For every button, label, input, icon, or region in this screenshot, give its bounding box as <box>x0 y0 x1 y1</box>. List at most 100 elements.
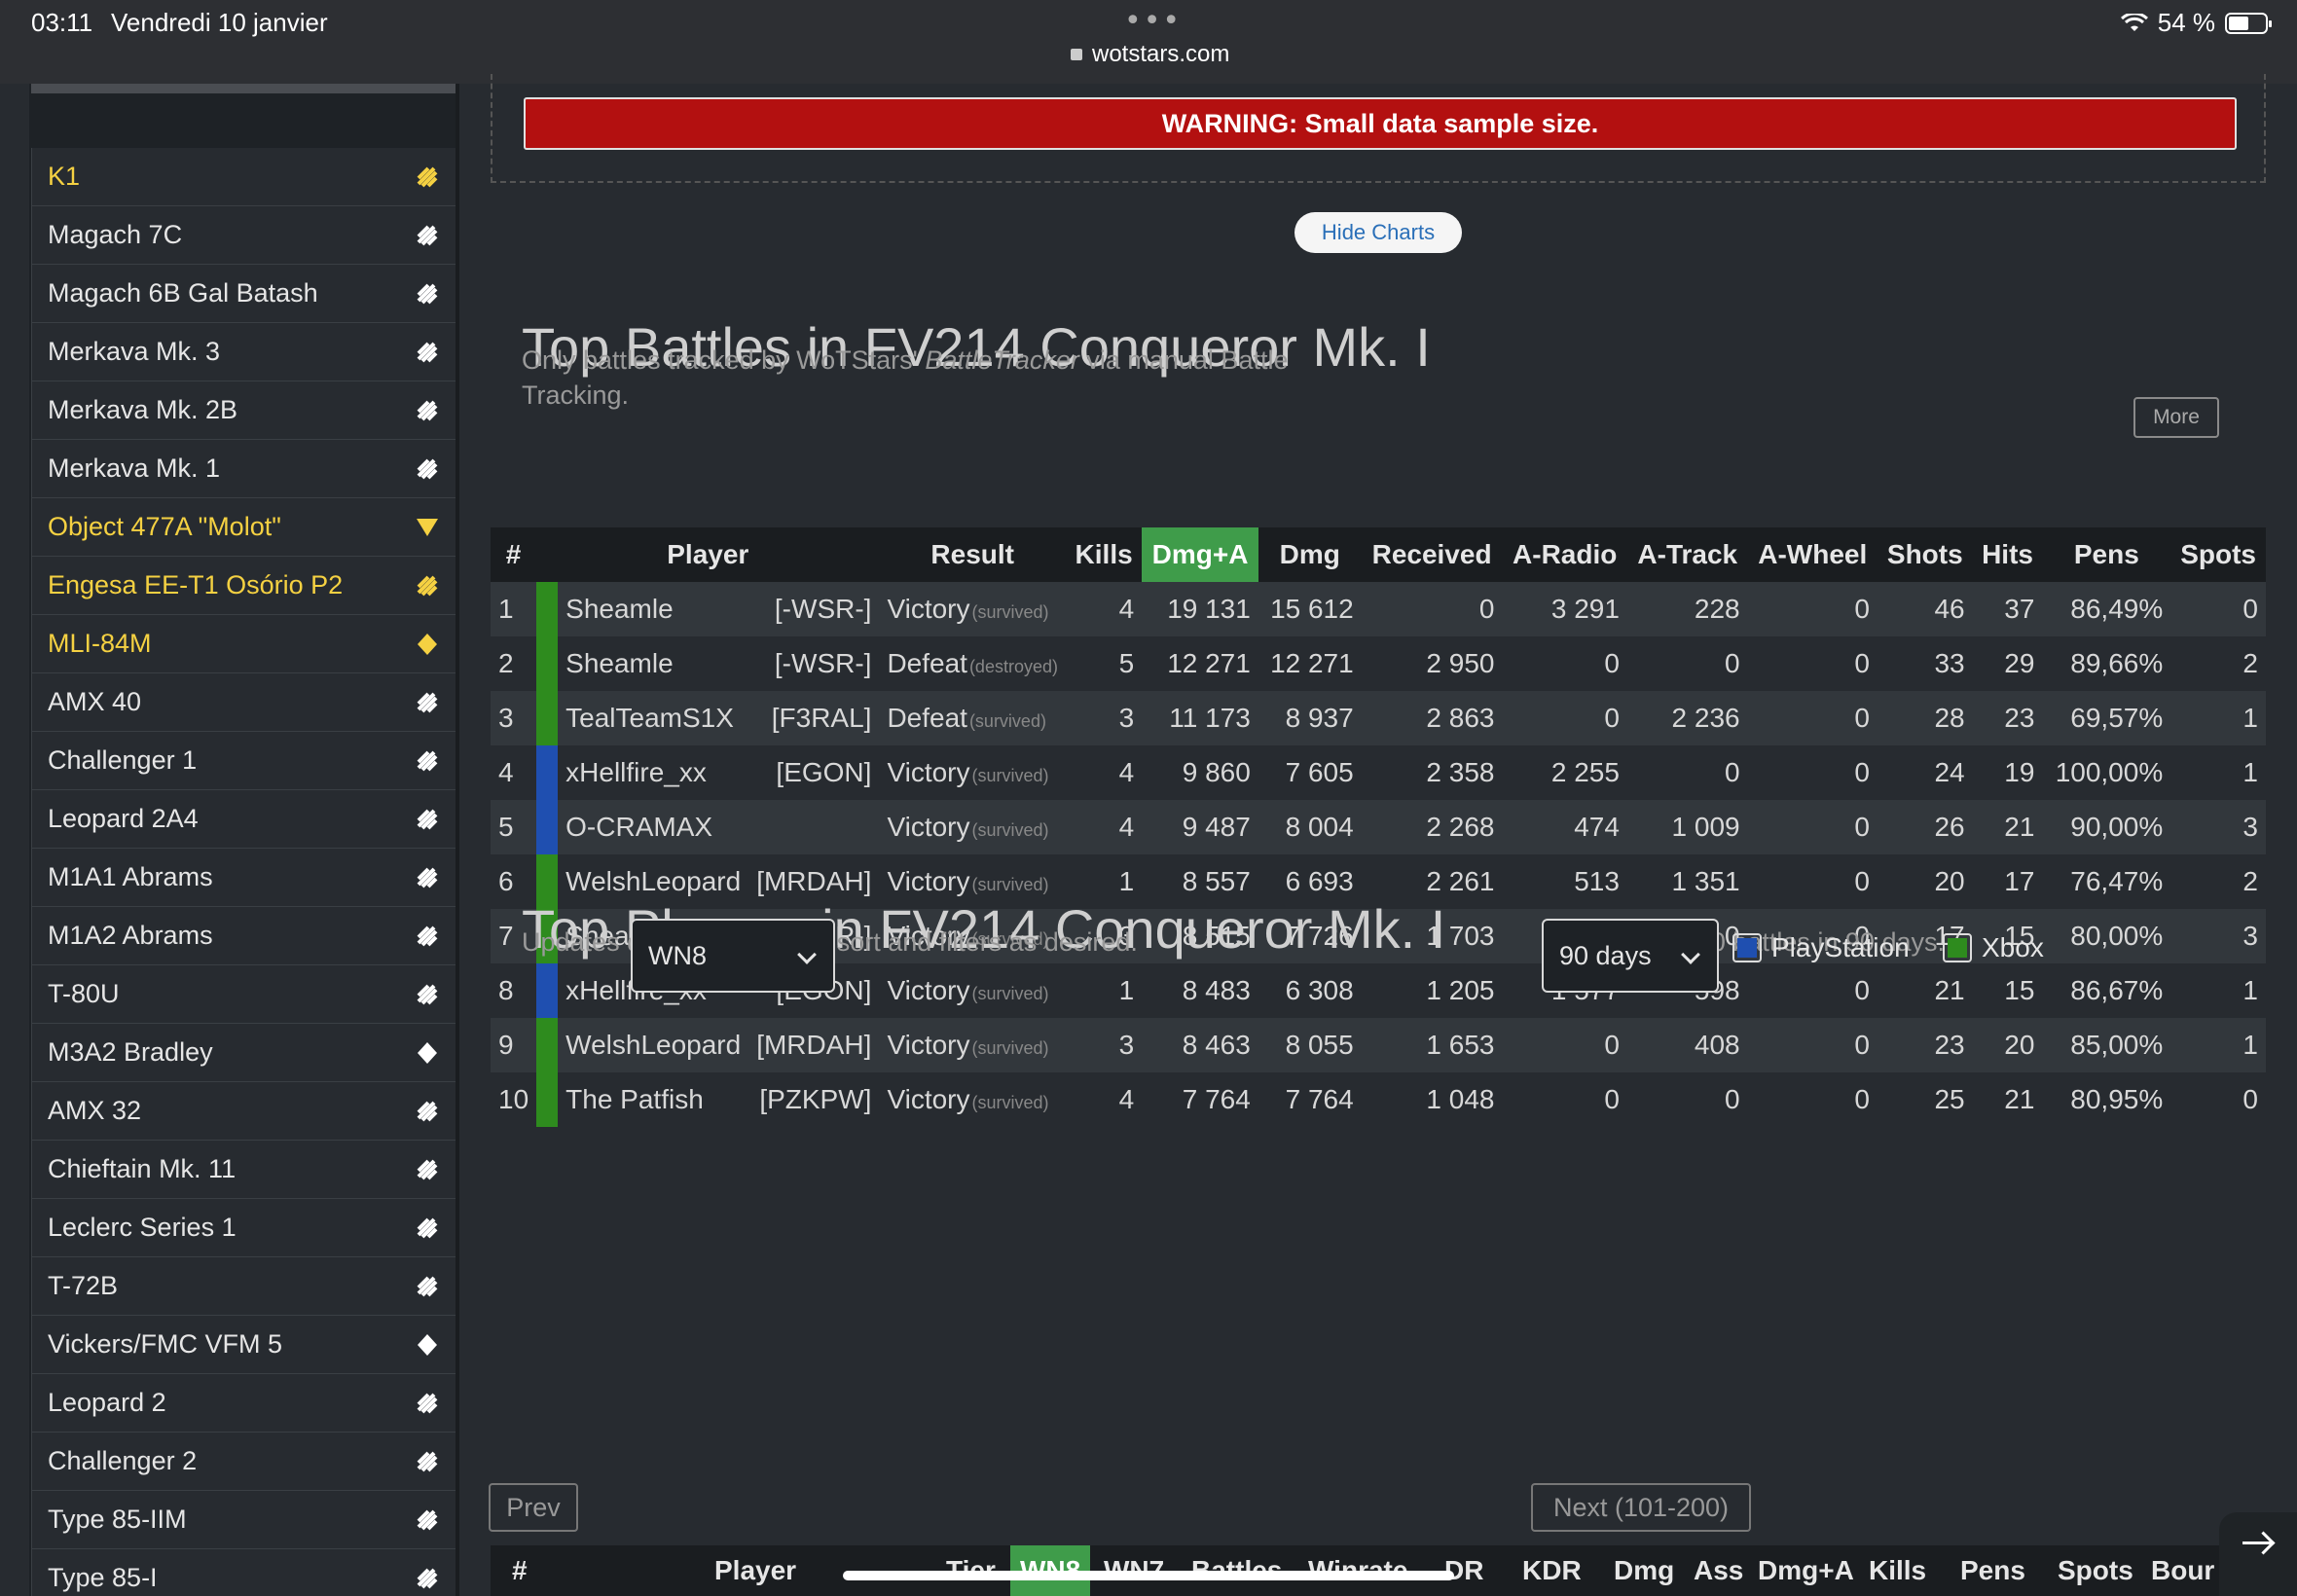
col-kills[interactable]: Kills <box>1869 1555 1926 1586</box>
xbox-checkbox[interactable] <box>1943 933 1972 962</box>
player-name[interactable]: Sheamle <box>558 582 749 636</box>
sidebar-item-vehicle[interactable]: Merkava Mk. 2B <box>31 381 457 440</box>
col-pens[interactable]: Pens <box>1960 1555 2025 1586</box>
sidebar-item-vehicle[interactable]: Object 477A "Molot" <box>31 498 457 557</box>
prev-button[interactable]: Prev <box>489 1483 578 1532</box>
clan-tag[interactable]: [EGON] <box>748 745 880 800</box>
table-row[interactable]: 3 TealTeamS1X [F3RAL] Defeat (survived) 3 11 1… <box>491 691 2266 745</box>
clan-tag[interactable]: [F3RAL] <box>748 691 880 745</box>
col-spots[interactable]: Spots <box>2170 527 2266 582</box>
sidebar-item-vehicle[interactable]: Type 85-I <box>31 1549 457 1596</box>
address-bar[interactable]: wotstars.com <box>1071 41 1229 68</box>
radio-cell: 3 291 <box>1502 582 1627 636</box>
table-row[interactable]: 1 Sheamle [-WSR-] Victory (survived) 4 19 131 1… <box>491 582 2266 636</box>
clan-tag[interactable]: [-WSR-] <box>748 636 880 691</box>
col-dmg[interactable]: Dmg <box>1614 1555 1674 1586</box>
sidebar-item-vehicle[interactable]: Vickers/FMC VFM 5 <box>31 1316 457 1374</box>
shots-cell: 25 <box>1877 1072 1973 1127</box>
col-dmga[interactable]: Dmg+A <box>1142 527 1258 582</box>
sidebar-item-vehicle[interactable]: Leopard 2 <box>31 1374 457 1433</box>
sidebar-item-vehicle[interactable]: Chieftain Mk. 11 <box>31 1141 457 1199</box>
home-indicator[interactable] <box>843 1571 1454 1580</box>
sidebar-item-vehicle[interactable]: M3A2 Bradley <box>31 1024 457 1082</box>
table-row[interactable]: 9 WelshLeopard [MRDAH] Victory (survived) 3 8 … <box>491 1018 2266 1072</box>
col-received[interactable]: Received <box>1361 527 1503 582</box>
clan-tag[interactable]: [PZKPW] <box>748 1072 880 1127</box>
sidebar-item-vehicle[interactable]: M1A2 Abrams <box>31 907 457 965</box>
clan-tag[interactable]: [MRDAH] <box>748 1018 880 1072</box>
col-dmg[interactable]: Dmg <box>1258 527 1362 582</box>
col-a-track[interactable]: A-Track <box>1626 527 1748 582</box>
sidebar-item-vehicle[interactable]: Type 85-IIM <box>31 1491 457 1549</box>
period-select[interactable]: 90 days <box>1542 919 1719 993</box>
sort-select[interactable]: WN8 <box>631 919 835 993</box>
table-row[interactable]: 4 xHellfire_xx [EGON] Victory (survived) 4 9 8… <box>491 745 2266 800</box>
radio-cell: 0 <box>1502 1072 1627 1127</box>
col-kills[interactable]: Kills <box>1065 527 1143 582</box>
sidebar-item-vehicle[interactable]: Magach 7C <box>31 206 457 265</box>
player-name[interactable]: The Patfish <box>558 1072 749 1127</box>
sidebar-item-vehicle[interactable]: Challenger 1 <box>31 732 457 790</box>
sidebar-item-vehicle[interactable]: Leclerc Series 1 <box>31 1199 457 1257</box>
sidebar-item-vehicle[interactable]: T-72B <box>31 1257 457 1316</box>
result-text: Victory <box>887 594 970 624</box>
sidebar-item-vehicle[interactable]: Merkava Mk. 1 <box>31 440 457 498</box>
col-shots[interactable]: Shots <box>1877 527 1973 582</box>
recv-cell: 1 048 <box>1361 1072 1503 1127</box>
platform-indicator <box>536 582 559 636</box>
col-hits[interactable]: Hits <box>1972 527 2043 582</box>
xbox-filter[interactable]: Xbox <box>1943 932 2044 963</box>
col-a-wheel[interactable]: A-Wheel <box>1747 527 1878 582</box>
sidebar-item-vehicle[interactable]: Engesa EE-T1 Osório P2 <box>31 557 457 615</box>
dmga-cell: 8 483 <box>1142 963 1258 1018</box>
sidebar-item-vehicle[interactable]: Leopard 2A4 <box>31 790 457 849</box>
tier-x-icon <box>415 340 440 365</box>
sidebar-item-vehicle[interactable]: K1 <box>31 148 457 206</box>
table-row[interactable]: 10 The Patfish [PZKPW] Victory (survived) 4 7 … <box>491 1072 2266 1127</box>
player-name[interactable]: Sheamle <box>558 636 749 691</box>
player-name[interactable]: TealTeamS1X <box>558 691 749 745</box>
sidebar-item-vehicle[interactable]: MLI-84M <box>31 615 457 673</box>
sidebar-item-vehicle[interactable]: Merkava Mk. 3 <box>31 323 457 381</box>
vehicle-name: Type 85-I <box>48 1563 158 1592</box>
col-pens[interactable]: Pens <box>2042 527 2171 582</box>
table-row[interactable]: 2 Sheamle [-WSR-] Defeat (destroyed) 5 12 271 1… <box>491 636 2266 691</box>
next-button[interactable]: Next (101-200) <box>1531 1483 1751 1532</box>
sidebar-item-vehicle[interactable]: T-80U <box>31 965 457 1024</box>
col-ass[interactable]: Ass <box>1694 1555 1743 1586</box>
player-name[interactable]: O-CRAMAX <box>558 800 749 854</box>
table-row[interactable]: 5 O-CRAMAX Victory (survived) 4 9 487 8 004 2 2… <box>491 800 2266 854</box>
sidebar-item-vehicle[interactable]: M1A1 Abrams <box>31 849 457 907</box>
sidebar-item-vehicle[interactable]: Magach 6B Gal Batash <box>31 265 457 323</box>
col-player[interactable]: Player <box>714 1555 796 1586</box>
player-name[interactable]: WelshLeopard <box>558 1018 749 1072</box>
clan-tag[interactable] <box>748 800 880 854</box>
sidebar-item-vehicle[interactable]: Challenger 2 <box>31 1433 457 1491</box>
clan-tag[interactable]: [-WSR-] <box>748 582 880 636</box>
spots-cell: 0 <box>2170 582 2266 636</box>
player-name[interactable]: xHellfire_xx <box>558 745 749 800</box>
hide-charts-button[interactable]: Hide Charts <box>1294 212 1462 253</box>
col-spots[interactable]: Spots <box>2058 1555 2133 1586</box>
sidebar-item-vehicle[interactable]: AMX 32 <box>31 1082 457 1141</box>
col-a-radio[interactable]: A-Radio <box>1502 527 1627 582</box>
col-bounces[interactable]: Bour <box>2151 1555 2214 1586</box>
col-result[interactable]: Result <box>879 527 1066 582</box>
col-rank[interactable]: # <box>491 527 537 582</box>
spots-cell: 3 <box>2170 909 2266 963</box>
col-player[interactable]: Player <box>536 527 880 582</box>
forward-button[interactable] <box>2219 1512 2297 1596</box>
playstation-checkbox[interactable] <box>1732 933 1762 962</box>
col-rank[interactable]: # <box>512 1555 528 1586</box>
playstation-filter[interactable]: PlayStation <box>1732 932 1910 963</box>
more-button[interactable]: More <box>2133 397 2219 438</box>
xbox-label: Xbox <box>1982 932 2044 962</box>
result-cell: Victory (survived) <box>879 963 1066 1018</box>
sidebar-item-vehicle[interactable]: AMX 40 <box>31 673 457 732</box>
platform-indicator <box>536 745 559 800</box>
col-dmga[interactable]: Dmg+A <box>1758 1555 1854 1586</box>
more-dots-icon[interactable]: ••• <box>1124 4 1182 38</box>
sort-select-value: WN8 <box>648 941 707 970</box>
diamond-icon <box>415 1332 440 1358</box>
col-kdr[interactable]: KDR <box>1522 1555 1582 1586</box>
